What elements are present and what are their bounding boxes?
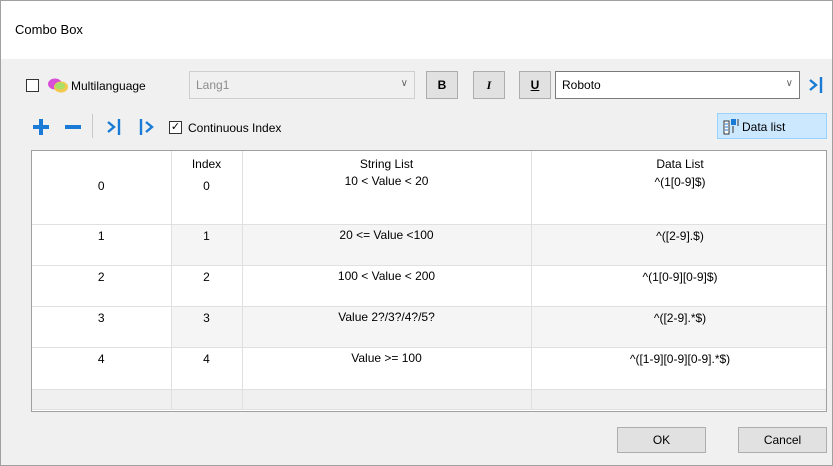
table-row[interactable]: 4 4 Value >= 100 ^([1-9][0-9][0-9].*$): [32, 347, 826, 389]
index-value: 3: [203, 310, 210, 325]
chevron-down-icon: ∨: [400, 78, 408, 89]
italic-button[interactable]: I: [473, 71, 505, 99]
data-list-value: ^([2-9].$): [656, 228, 704, 243]
index-value: 0: [203, 179, 210, 193]
continuous-index-checkbox[interactable]: ✓: [169, 121, 182, 134]
index-value: 4: [203, 351, 210, 366]
checkmark-icon: ✓: [170, 121, 181, 133]
combo-items-grid[interactable]: . 0 Index 0 String List 10 < Value < 20 …: [31, 150, 827, 412]
string-list-value: Value >= 100: [351, 350, 422, 365]
row-header-cell: 4: [32, 347, 172, 389]
string-list-value: 20 <= Value <100: [339, 227, 434, 242]
string-list-cell[interactable]: [242, 389, 532, 409]
multilanguage-label: Multilanguage: [71, 79, 146, 93]
dialog-title: Combo Box: [15, 22, 83, 37]
table-row[interactable]: 1 1 20 <= Value <100 ^([2-9].$): [32, 224, 826, 265]
index-cell[interactable]: Index 0: [171, 151, 243, 224]
index-cell[interactable]: 3: [171, 306, 243, 347]
string-list-cell[interactable]: 100 < Value < 200: [242, 265, 532, 306]
data-list-cell[interactable]: Data List ^(1[0-9]$): [531, 151, 826, 224]
row-header-cell: 3: [32, 306, 172, 347]
data-list-cell[interactable]: [531, 389, 826, 409]
remove-item-icon[interactable]: [63, 117, 83, 137]
data-list-cell[interactable]: ^([2-9].$): [531, 224, 826, 265]
title-bar: Combo Box: [1, 1, 832, 59]
index-cell[interactable]: 1: [171, 224, 243, 265]
new-row-placeholder[interactable]: [32, 389, 826, 409]
row-number: 3: [97, 310, 105, 325]
row-header-cell: . 0: [32, 151, 172, 224]
toolbar-separator: [92, 114, 93, 138]
data-list-value: ^(1[0-9][0-9]$): [642, 269, 718, 284]
index-value: 1: [203, 228, 210, 243]
font-value: Roboto: [562, 78, 601, 92]
index-value: 2: [203, 269, 210, 284]
column-header-index: Index: [191, 157, 222, 171]
row-header-cell: 2: [32, 265, 172, 306]
string-list-cell[interactable]: 20 <= Value <100: [242, 224, 532, 265]
multilanguage-checkbox[interactable]: [26, 79, 39, 92]
data-list-button[interactable]: Data list: [717, 113, 827, 139]
language-select[interactable]: Lang1 ∨: [189, 71, 415, 99]
string-list-value: 100 < Value < 200: [337, 268, 436, 283]
font-select[interactable]: Roboto ∨: [555, 71, 800, 99]
row-header-cell: 1: [32, 224, 172, 265]
row-number: 0: [97, 179, 105, 193]
string-list-cell[interactable]: String List 10 < Value < 20: [242, 151, 532, 224]
table-row[interactable]: . 0 Index 0 String List 10 < Value < 20 …: [32, 151, 826, 224]
table-row[interactable]: 3 3 Value 2?/3?/4?/5? ^([2-9].*$): [32, 306, 826, 347]
data-list-cell[interactable]: ^([1-9][0-9][0-9].*$): [531, 347, 826, 389]
table-row[interactable]: 2 2 100 < Value < 200 ^(1[0-9][0-9]$): [32, 265, 826, 306]
ok-button[interactable]: OK: [617, 427, 706, 453]
row-number: 2: [97, 269, 105, 284]
speech-bubbles-icon: [48, 78, 68, 93]
chevron-down-icon: ∨: [785, 78, 793, 89]
data-list-value: ^([2-9].*$): [653, 310, 707, 325]
index-cell[interactable]: 4: [171, 347, 243, 389]
data-list-cell[interactable]: ^([2-9].*$): [531, 306, 826, 347]
underline-button[interactable]: U: [519, 71, 551, 99]
cancel-button[interactable]: Cancel: [738, 427, 827, 453]
move-first-icon[interactable]: [137, 117, 157, 137]
index-cell[interactable]: [171, 389, 243, 409]
add-item-icon[interactable]: [31, 117, 51, 137]
apply-font-icon[interactable]: [807, 75, 827, 95]
data-list-cell[interactable]: ^(1[0-9][0-9]$): [531, 265, 826, 306]
data-list-icon: [723, 119, 739, 135]
string-list-cell[interactable]: Value 2?/3?/4?/5?: [242, 306, 532, 347]
data-list-label: Data list: [742, 120, 786, 134]
row-header-cell: [32, 389, 172, 409]
data-list-value: ^(1[0-9]$): [654, 175, 706, 189]
move-last-icon[interactable]: [105, 117, 125, 137]
combo-box-dialog: Combo Box Multilanguage Lang1 ∨ B I U Ro…: [0, 0, 833, 466]
data-list-value: ^([1-9][0-9][0-9].*$): [629, 351, 731, 366]
string-list-value: 10 < Value < 20: [344, 174, 429, 188]
index-cell[interactable]: 2: [171, 265, 243, 306]
string-list-cell[interactable]: Value >= 100: [242, 347, 532, 389]
column-header-string-list: String List: [359, 157, 414, 171]
continuous-index-label: Continuous Index: [188, 121, 282, 135]
row-number: 4: [97, 351, 105, 366]
language-value: Lang1: [196, 78, 230, 92]
bold-button[interactable]: B: [426, 71, 458, 99]
row-number: 1: [97, 228, 105, 243]
string-list-value: Value 2?/3?/4?/5?: [338, 309, 435, 324]
column-header-data-list: Data List: [656, 157, 704, 171]
